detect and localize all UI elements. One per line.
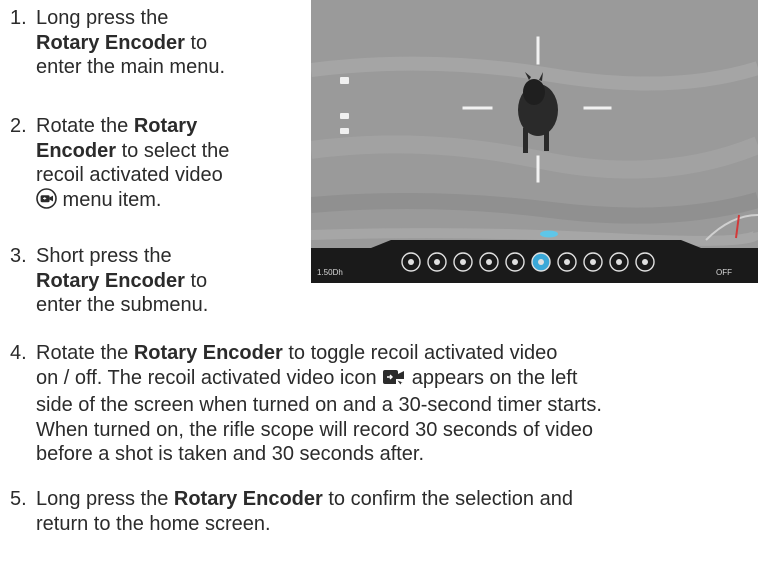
scope-menu-icon-glyph: [642, 259, 648, 265]
step-line: menu item.: [36, 187, 229, 216]
step-line: recoil activated video: [36, 164, 223, 186]
step-line: Rotate the Rotary Encoder to toggle reco…: [36, 342, 558, 364]
scope-menu-icon-glyph: [538, 259, 544, 265]
step-line: enter the submenu.: [36, 294, 209, 316]
step-line: side of the screen when turned on and a …: [36, 394, 602, 416]
step-line: Encoder to select the: [36, 139, 230, 162]
step-line: before a shot is taken and 30 seconds af…: [36, 443, 425, 465]
scope-view: 1.50Dh OFF: [311, 0, 758, 283]
scope-menu-icon-glyph: [512, 259, 518, 265]
rotary-encoder-term: Rotary Encoder: [36, 31, 185, 54]
step-line: When turned on, the rifle scope will rec…: [36, 418, 593, 441]
step-number: 4.: [10, 342, 27, 364]
step-number: 5.: [10, 488, 27, 510]
scope-menu-icon-glyph: [460, 259, 466, 265]
rotary-encoder-term: Rotary Encoder: [173, 488, 323, 510]
scope-screen-image: 1.50Dh OFF: [311, 0, 758, 283]
scope-menu-bar: 1.50Dh OFF: [311, 240, 758, 283]
scope-menu-icon-glyph: [434, 259, 440, 265]
rotary-encoder-term: Rotary Encoder: [133, 342, 283, 364]
step-line: Long press the Rotary Encoder to confirm…: [36, 488, 573, 510]
scope-right-label: OFF: [716, 268, 732, 277]
scope-menu-icon-glyph: [616, 259, 622, 265]
scope-menu-icon-glyph: [590, 259, 596, 265]
recoil-video-menu-icon: [36, 187, 57, 216]
step-line: on / off. The recoil activated video ico…: [36, 366, 750, 394]
scope-menu-icon-glyph: [408, 259, 414, 265]
step-line: Rotary Encoder to: [36, 269, 208, 292]
scope-menu-icon-glyph: [564, 259, 570, 265]
scope-left-label: 1.50Dh: [317, 268, 343, 277]
encoder-term: Encoder: [36, 139, 117, 162]
step-line: enter the main menu.: [36, 56, 225, 78]
step-number: 1.: [10, 7, 27, 29]
selection-highlight: [540, 230, 558, 238]
scope-menu-icon-glyph: [486, 259, 492, 265]
step-line: return to the home screen.: [36, 512, 271, 535]
rotary-term: Rotary: [133, 115, 198, 137]
recoil-video-screen-icon: [382, 368, 406, 394]
rotary-encoder-term: Rotary Encoder: [36, 269, 185, 292]
step-line: Short press the: [36, 245, 172, 267]
step-number: 2.: [10, 115, 27, 137]
step-line: Rotary Encoder to: [36, 31, 208, 54]
step-number: 3.: [10, 245, 27, 267]
step-line: Long press the: [36, 7, 169, 29]
step-line: Rotate the Rotary: [36, 115, 198, 137]
